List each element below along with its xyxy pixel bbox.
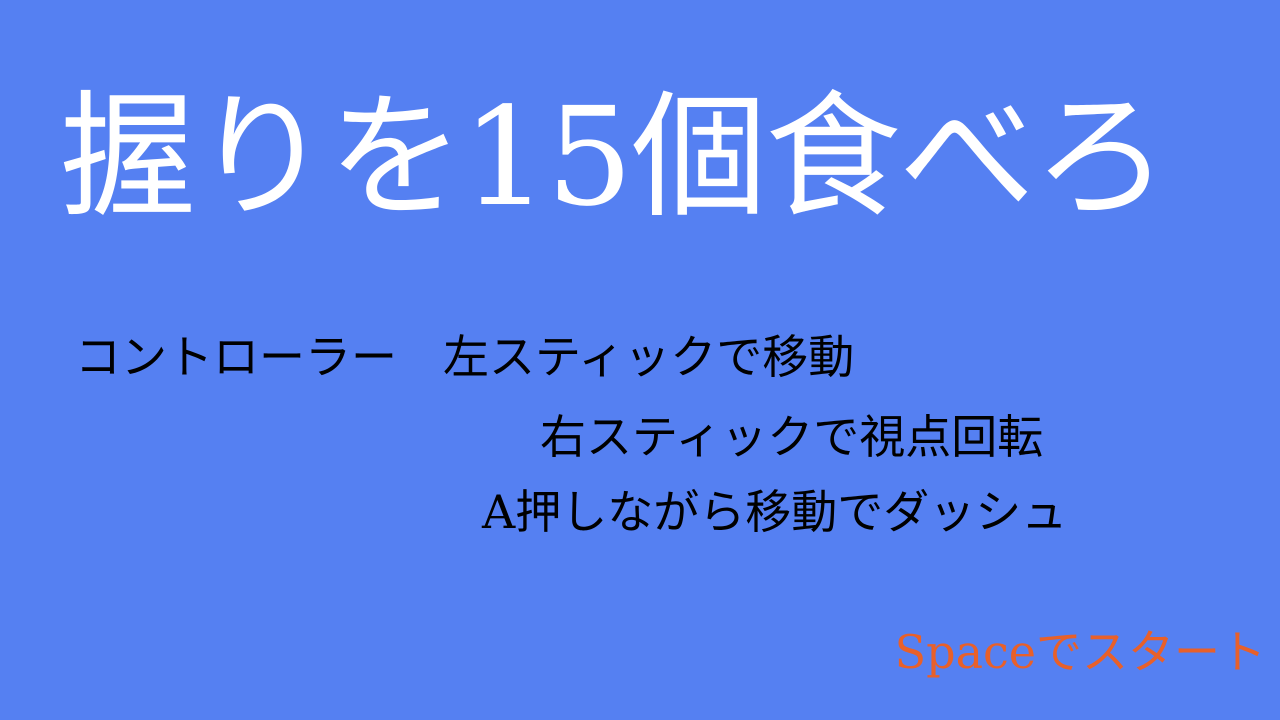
start-prompt[interactable]: Spaceでスタート xyxy=(895,620,1266,684)
controls-instructions: コントローラー 左スティックで移動 右スティックで視点回転 A押しながら移動でダ… xyxy=(0,325,1280,555)
controls-line-move: コントローラー 左スティックで移動 xyxy=(75,330,855,384)
game-title: 握りを15個食べろ xyxy=(60,79,1169,237)
controls-line-dash: A押しながら移動でダッシュ xyxy=(482,485,1068,539)
controls-line-camera: 右スティックで視点回転 xyxy=(540,410,1044,464)
